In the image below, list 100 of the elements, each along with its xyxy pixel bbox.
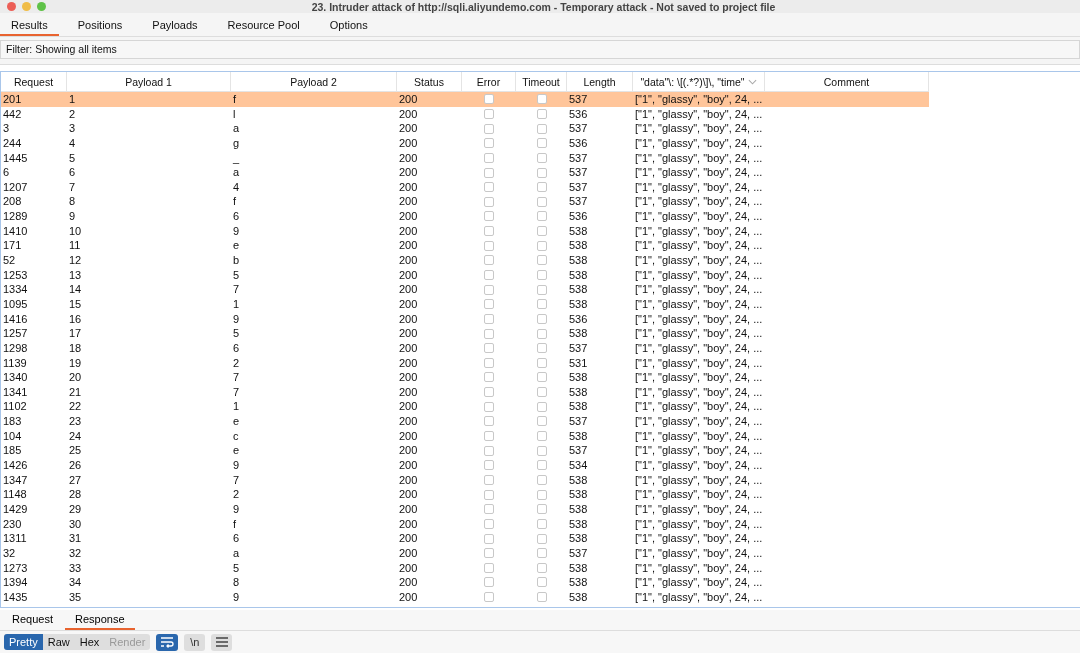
column-header[interactable]: Timeout bbox=[516, 72, 567, 91]
table-row[interactable]: 183 23 e 200 537 ["1", "glassy", "boy", 24, ... bbox=[1, 414, 929, 429]
table-cell-text: 200 bbox=[398, 209, 419, 224]
table-row[interactable]: 1347 27 7 200 538 ["1", "glassy", "boy", 24, ... bbox=[1, 472, 929, 488]
table-cell-text: 200 bbox=[398, 238, 419, 254]
table-cell-text: 537 bbox=[568, 414, 589, 429]
minimize-icon[interactable] bbox=[22, 2, 31, 11]
table-cell-text: _ bbox=[232, 150, 241, 166]
table-cell-text: 538 bbox=[568, 296, 589, 312]
tab[interactable]: Payloads bbox=[141, 16, 209, 36]
table-cell-text: 536 bbox=[568, 209, 589, 224]
table-cell-text: g bbox=[232, 135, 241, 151]
table-row[interactable]: 244 4 g 200 536 ["1", "glassy", "boy", 24, ... bbox=[1, 135, 929, 151]
table-cell-text: e bbox=[232, 414, 241, 429]
column-header[interactable]: Error bbox=[462, 72, 516, 91]
table-cell-text: 200 bbox=[398, 487, 419, 502]
view-button[interactable]: Raw bbox=[42, 634, 75, 650]
table-cell-text: 16 bbox=[68, 311, 83, 327]
zoom-icon[interactable] bbox=[37, 2, 46, 11]
table-cell-text: 538 bbox=[568, 531, 589, 546]
table-cell-text: 538 bbox=[568, 267, 589, 283]
menu-button[interactable] bbox=[211, 633, 233, 651]
table-cell-text: 1 bbox=[232, 296, 241, 312]
table-cell-text: 538 bbox=[568, 399, 589, 415]
table-row[interactable]: 1253 13 5 200 538 ["1", "glassy", "boy", 24, ... bbox=[1, 267, 929, 283]
table-cell-text: 6 bbox=[232, 209, 241, 224]
table-row[interactable]: 1426 26 9 200 534 ["1", "glassy", "boy", 24, ... bbox=[1, 458, 929, 473]
table-row[interactable]: 104 24 c 200 538 ["1", "glassy", "boy", 24, ... bbox=[1, 428, 929, 444]
table-cell-text: 538 bbox=[568, 560, 589, 576]
table-row[interactable]: 1298 18 6 200 537 ["1", "glassy", "boy", 24, ... bbox=[1, 340, 929, 356]
table-cell-text: 5 bbox=[68, 150, 77, 166]
table-row[interactable]: 1341 21 7 200 538 ["1", "glassy", "boy", 24, ... bbox=[1, 384, 929, 400]
column-header[interactable]: Payload 2 bbox=[231, 72, 397, 91]
filter-bar[interactable]: Filter: Showing all items bbox=[0, 40, 1080, 59]
table-row[interactable]: 1257 17 5 200 538 ["1", "glassy", "boy", 24, ... bbox=[1, 326, 929, 341]
table-row[interactable]: 1416 16 9 200 536 ["1", "glassy", "boy", 24, ... bbox=[1, 311, 929, 327]
table-row[interactable]: 32 32 a 200 537 ["1", "glassy", "boy", 24, ... bbox=[1, 545, 929, 561]
table-cell-text: 2 bbox=[232, 487, 241, 502]
table-cell-text: 538 bbox=[568, 282, 589, 297]
column-header[interactable]: Status bbox=[397, 72, 462, 91]
column-header[interactable]: Length bbox=[567, 72, 633, 91]
table-row[interactable]: 1102 22 1 200 538 ["1", "glassy", "boy", 24, ... bbox=[1, 399, 929, 415]
table-row[interactable]: 230 30 f 200 538 ["1", "glassy", "boy", 24, ... bbox=[1, 516, 929, 532]
table-row[interactable]: 52 12 b 200 538 ["1", "glassy", "boy", 24, ... bbox=[1, 253, 929, 268]
table-row[interactable]: 1139 19 2 200 531 ["1", "glassy", "boy", 24, ... bbox=[1, 355, 929, 371]
table-cell-text: 537 bbox=[568, 121, 589, 136]
table-cell-text: 21 bbox=[68, 384, 83, 400]
table-row[interactable]: 1429 29 9 200 538 ["1", "glassy", "boy", 24, ... bbox=[1, 501, 929, 517]
table-row[interactable]: 208 8 f 200 537 ["1", "glassy", "boy", 24, ... bbox=[1, 194, 929, 210]
table-row[interactable]: 185 25 e 200 537 ["1", "glassy", "boy", 24, ... bbox=[1, 443, 929, 458]
table-cell-text: 7 bbox=[232, 282, 241, 297]
tab[interactable]: Options bbox=[318, 16, 379, 36]
table-row[interactable]: 442 2 l 200 536 ["1", "glassy", "boy", 24, ... bbox=[1, 106, 929, 122]
table-row[interactable]: 1435 35 9 200 538 ["1", "glassy", "boy", 24, ... bbox=[1, 589, 929, 605]
table-row[interactable]: 1289 9 6 200 536 ["1", "glassy", "boy", 24, ... bbox=[1, 209, 929, 224]
column-header[interactable]: "data"\: \[(.*?)\]\, "time" bbox=[633, 72, 765, 91]
column-header[interactable]: Request bbox=[1, 72, 67, 91]
view-button[interactable]: Pretty bbox=[4, 634, 43, 650]
table-cell-text: 3 bbox=[2, 121, 11, 136]
close-icon[interactable] bbox=[7, 2, 16, 11]
table-cell-text: 4 bbox=[68, 135, 77, 151]
column-header[interactable]: Comment bbox=[765, 72, 929, 91]
table-cell-text: 200 bbox=[398, 531, 419, 546]
tab[interactable]: Resource Pool bbox=[216, 16, 311, 36]
table-cell-text: ["1", "glassy", "boy", 24, ... bbox=[634, 399, 764, 415]
table-cell-text: 538 bbox=[568, 384, 589, 400]
table-cell-text: 537 bbox=[568, 545, 589, 561]
table-row[interactable]: 1311 31 6 200 538 ["1", "glassy", "boy", 24, ... bbox=[1, 531, 929, 546]
table-row[interactable]: 6 6 a 200 537 ["1", "glassy", "boy", 24, ... bbox=[1, 165, 929, 180]
table-row[interactable]: 1148 28 2 200 538 ["1", "glassy", "boy", 24, ... bbox=[1, 487, 929, 502]
table-cell-text: 9 bbox=[232, 589, 241, 605]
table-cell-text: ["1", "glassy", "boy", 24, ... bbox=[634, 92, 764, 107]
table-row[interactable]: 1334 14 7 200 538 ["1", "glassy", "boy", 24, ... bbox=[1, 282, 929, 297]
table-row[interactable]: 3 3 a 200 537 ["1", "glassy", "boy", 24, ... bbox=[1, 121, 929, 136]
table-cell-text: 200 bbox=[398, 575, 419, 590]
table-row[interactable]: 1273 33 5 200 538 ["1", "glassy", "boy", 24, ... bbox=[1, 560, 929, 576]
table-cell-text: 9 bbox=[232, 458, 241, 473]
tab[interactable]: Positions bbox=[66, 16, 134, 36]
view-button[interactable]: Hex bbox=[74, 634, 105, 650]
column-header[interactable]: Payload 1 bbox=[67, 72, 231, 91]
table-row[interactable]: 1340 20 7 200 538 ["1", "glassy", "boy", 24, ... bbox=[1, 370, 929, 385]
table-cell-text: ["1", "glassy", "boy", 24, ... bbox=[634, 487, 764, 502]
table-row[interactable]: 1095 15 1 200 538 ["1", "glassy", "boy", 24, ... bbox=[1, 296, 929, 312]
table-cell-text: 30 bbox=[68, 516, 83, 532]
table-row[interactable]: 171 11 e 200 538 ["1", "glassy", "boy", 24, ... bbox=[1, 238, 929, 254]
table-row[interactable]: 1394 34 8 200 538 ["1", "glassy", "boy", 24, ... bbox=[1, 575, 929, 590]
table-cell-text: 200 bbox=[398, 253, 419, 268]
table-cell-text: 1341 bbox=[2, 384, 29, 400]
table-row[interactable]: 1207 7 4 200 537 ["1", "glassy", "boy", 24, ... bbox=[1, 179, 929, 195]
table-row[interactable]: 201 1 f 200 537 ["1", "glassy", "boy", 24, ... bbox=[1, 92, 929, 107]
wrap-button[interactable] bbox=[156, 633, 179, 651]
tab[interactable]: Request bbox=[2, 610, 63, 630]
table-cell-text: 536 bbox=[568, 311, 589, 327]
table-cell-text: 201 bbox=[2, 92, 23, 107]
table-row[interactable]: 1410 10 9 200 538 ["1", "glassy", "boy", 24, ... bbox=[1, 223, 929, 239]
table-cell-text: 200 bbox=[398, 501, 419, 517]
newline-button[interactable]: \n bbox=[184, 633, 206, 651]
table-row[interactable]: 1445 5 _ 200 537 ["1", "glassy", "boy", 24, ... bbox=[1, 150, 929, 166]
table-cell-text: 25 bbox=[68, 443, 83, 458]
table-cell-text: 8 bbox=[68, 194, 77, 210]
